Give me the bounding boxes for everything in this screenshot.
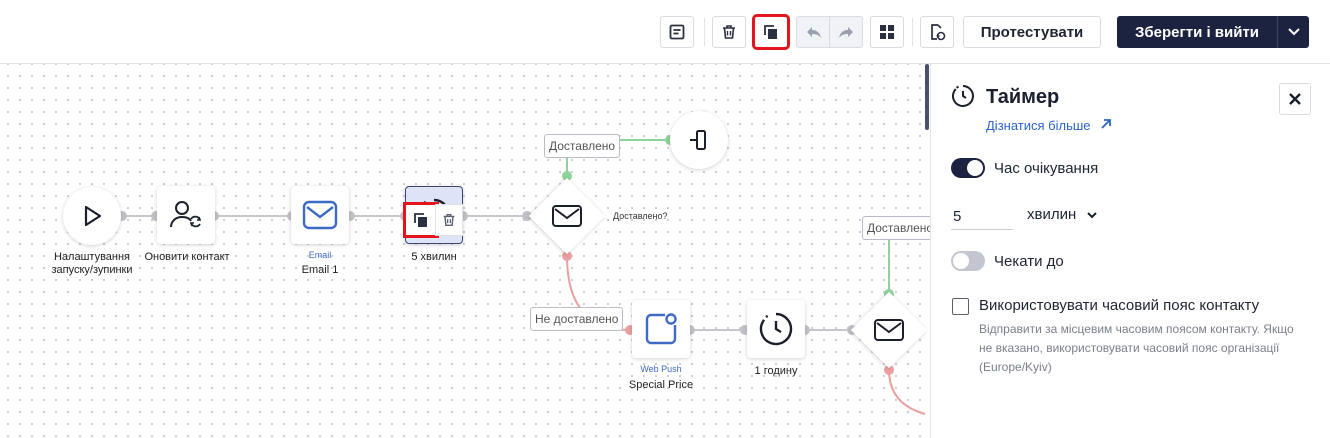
timer-node-2-caption: 1 годину [754, 365, 798, 377]
timezone-label: Використовувати часовий пояс контакту [979, 297, 1260, 314]
learn-more-label: Дізнатися більше [986, 118, 1091, 133]
notes-button[interactable] [660, 16, 694, 48]
save-exit-label: Зберегти і вийти [1134, 23, 1260, 41]
close-panel-button[interactable] [1279, 83, 1311, 115]
webpush-node[interactable] [632, 300, 690, 358]
copy-icon [414, 213, 427, 227]
timer-icon [759, 312, 793, 346]
trash-icon [723, 25, 735, 39]
start-node[interactable] [63, 187, 121, 245]
undo-icon [806, 27, 821, 38]
webpush-node-name: Special Price [628, 379, 694, 391]
notes-icon [669, 24, 685, 40]
workflow-canvas[interactable]: Налаштування запуску/зупинки Оновити кон… [0, 64, 930, 438]
history-button[interactable] [920, 16, 954, 48]
copy-button[interactable] [752, 14, 790, 50]
branch-not-delivered-label: Не доставлено [530, 307, 624, 331]
branch-delivered-label: Доставлено [544, 134, 621, 158]
toggle-knob [967, 160, 983, 176]
document-restore-icon [931, 24, 946, 41]
email-channel-label: Email [308, 250, 332, 260]
webpush-channel-label: Web Push [640, 364, 682, 374]
automation-editor: Протестувати Зберегти і вийти Налаштуван… [0, 0, 1330, 438]
email-node[interactable] [291, 186, 349, 244]
exit-icon [690, 130, 706, 150]
delete-button[interactable] [712, 16, 746, 48]
wait-time-label: Час очікування [994, 160, 1099, 177]
start-caption-line2: запуску/зупинки [51, 264, 133, 276]
node-copy-button[interactable] [403, 202, 439, 238]
copy-icon [764, 25, 777, 39]
start-caption-line1: Налаштування [53, 251, 131, 263]
timer-node-2[interactable] [747, 300, 805, 358]
wait-time-toggle[interactable] [951, 158, 985, 178]
toggle-knob [953, 253, 969, 269]
timer-node-caption: 5 хвилин [411, 251, 457, 263]
timer-icon [951, 85, 974, 107]
branch-delivered-label-2: Доставлено [862, 216, 930, 240]
top-toolbar: Протестувати Зберегти і вийти [0, 0, 1330, 64]
play-icon [84, 205, 102, 227]
wait-until-label: Чекати до [994, 253, 1064, 270]
timezone-help-text: Відправити за місцевим часовим поясом ко… [979, 322, 1294, 374]
learn-more-link[interactable]: Дізнатися більше [986, 118, 1112, 133]
timezone-checkbox[interactable] [952, 298, 969, 315]
start-node-caption: Налаштування запуску/зупинки [40, 251, 144, 277]
update-contact-caption: Оновити контакт [144, 251, 230, 263]
canvas-scrollbar[interactable] [925, 64, 929, 130]
update-contact-node[interactable] [157, 186, 215, 244]
layout-button[interactable] [870, 16, 904, 48]
trash-icon [443, 213, 455, 227]
wait-value-input[interactable] [951, 204, 1013, 230]
envelope-icon [869, 310, 909, 350]
envelope-icon [302, 200, 338, 230]
chevron-down-icon [1087, 211, 1097, 218]
close-icon [1289, 93, 1301, 105]
envelope-icon [547, 196, 587, 236]
undo-button[interactable] [796, 16, 830, 48]
grid-icon [880, 25, 894, 39]
wait-until-toggle[interactable] [951, 251, 985, 271]
test-button[interactable]: Протестувати [963, 16, 1101, 48]
user-sync-icon [170, 201, 202, 228]
chevron-down-icon[interactable] [1277, 16, 1309, 48]
toolbar-divider [704, 18, 705, 46]
exit-node[interactable] [670, 111, 728, 169]
wait-unit-value: хвилин [1027, 206, 1077, 223]
panel-title: Таймер [986, 86, 1060, 108]
delivery-check-label: Доставлено? [613, 211, 668, 221]
redo-icon [839, 27, 853, 38]
toolbar-divider [912, 18, 913, 46]
save-exit-button[interactable]: Зберегти і вийти [1117, 16, 1309, 48]
redo-button[interactable] [829, 16, 863, 48]
node-mini-toolbar [403, 202, 463, 238]
wait-unit-select[interactable]: хвилин [1027, 206, 1098, 223]
timer-settings-panel: Таймер Дізнатися більше Час очікування х… [930, 64, 1330, 438]
node-delete-button[interactable] [435, 204, 463, 236]
external-arrow-icon [1101, 119, 1112, 129]
web-push-icon [645, 313, 677, 345]
email-node-name: Email 1 [301, 264, 339, 276]
